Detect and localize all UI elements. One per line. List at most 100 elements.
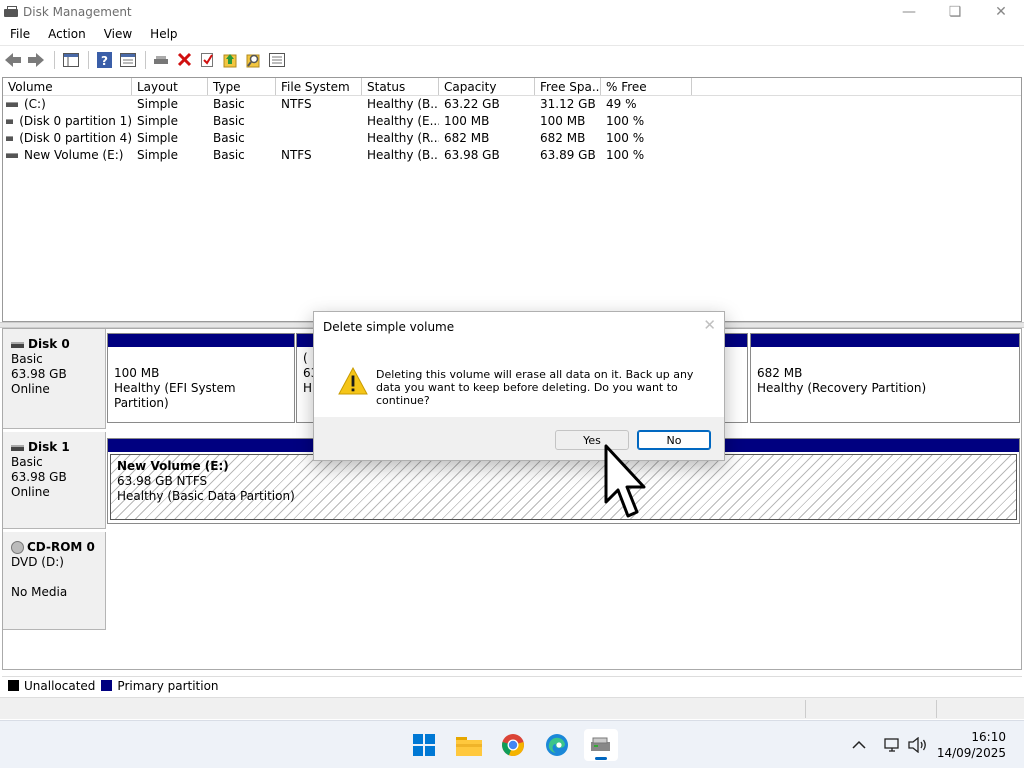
disk-name: CD-ROM 0 (27, 540, 95, 554)
cell-type: Basic (213, 148, 245, 162)
chrome-icon[interactable] (496, 729, 530, 761)
disk-icon (11, 341, 24, 348)
partition-bar (751, 334, 1019, 347)
primary-swatch (101, 680, 113, 691)
column-status[interactable]: Status (362, 78, 439, 95)
legend-unallocated: Unallocated (24, 678, 96, 693)
window-title: Disk Management (23, 4, 132, 19)
partition-status: Healthy (EFI System Partition) (114, 381, 236, 410)
cell-status: Healthy (R... (367, 131, 439, 145)
check-icon[interactable] (198, 50, 217, 69)
disk-management-taskbar-icon[interactable] (584, 729, 618, 761)
clock-time: 16:10 (971, 730, 1006, 744)
minimize-button[interactable]: — (886, 0, 932, 23)
partition-size: 63.98 GB NTFS (117, 474, 208, 488)
cell-capacity: 63.98 GB (444, 148, 500, 162)
settings-list-icon[interactable] (267, 50, 286, 69)
cell-layout: Simple (137, 131, 178, 145)
cdrom-0-label[interactable]: CD-ROM 0 DVD (D:) No Media (3, 532, 106, 630)
cell-file-system (276, 130, 362, 147)
cell-percent-free: 100 % (606, 131, 645, 145)
dialog-close-icon[interactable]: ✕ (703, 316, 716, 334)
column-volume[interactable]: Volume (3, 78, 132, 95)
warning-icon (338, 366, 368, 398)
menu-action[interactable]: Action (38, 27, 94, 41)
cell-volume: (Disk 0 partition 1) (19, 114, 132, 128)
network-icon[interactable] (884, 721, 902, 769)
column-percent-free[interactable]: % Free (601, 78, 692, 95)
table-row[interactable]: New Volume (E:) Simple Basic NTFS Health… (3, 147, 1021, 164)
table-row[interactable]: (C:) Simple Basic NTFS Healthy (B... 63.… (3, 96, 1021, 113)
cell-type: Basic (213, 97, 245, 111)
volume-list[interactable]: Volume Layout Type File System Status Ca… (2, 77, 1022, 322)
dialog-title: Delete simple volume (323, 320, 455, 334)
forward-icon[interactable] (27, 50, 46, 69)
volume-icon[interactable] (908, 721, 928, 769)
disk-name: Disk 0 (28, 337, 70, 351)
properties-icon[interactable] (118, 50, 137, 69)
mouse-cursor-icon (604, 444, 652, 523)
cell-free-space: 100 MB (540, 114, 586, 128)
partition-size: 682 MB (757, 366, 803, 380)
partition-status: Healthy (Basic Data Partition) (117, 489, 295, 503)
cell-status: Healthy (E... (367, 114, 439, 128)
maximize-button[interactable]: ❏ (932, 0, 978, 23)
volume-icon (6, 102, 18, 107)
help-icon[interactable]: ? (95, 50, 114, 69)
legend: Unallocated Primary partition (2, 676, 1022, 694)
file-explorer-icon[interactable] (452, 729, 486, 761)
cell-capacity: 63.22 GB (444, 97, 500, 111)
active-indicator (595, 757, 607, 760)
menu-bar: File Action View Help (0, 23, 1024, 45)
disk-type: Basic (11, 352, 43, 366)
clock-date: 14/09/2025 (936, 746, 1006, 760)
column-layout[interactable]: Layout (132, 78, 208, 95)
column-free-space[interactable]: Free Spa... (535, 78, 601, 95)
export-icon[interactable] (221, 50, 240, 69)
partition-recovery[interactable]: 682 MB Healthy (Recovery Partition) (750, 333, 1020, 423)
disk-1-label[interactable]: Disk 1 Basic 63.98 GB Online (3, 432, 106, 529)
table-row[interactable]: (Disk 0 partition 1) Simple Basic Health… (3, 113, 1021, 130)
volume-icon (6, 119, 14, 124)
cell-volume: (Disk 0 partition 4) (19, 131, 132, 145)
console-tree-icon[interactable] (61, 50, 80, 69)
unallocated-swatch (8, 680, 19, 691)
clock[interactable]: 16:10 14/09/2025 (937, 729, 1006, 761)
delete-icon[interactable] (175, 50, 194, 69)
cell-layout: Simple (137, 148, 178, 162)
menu-help[interactable]: Help (140, 27, 185, 41)
legend-primary: Primary partition (117, 678, 219, 693)
cell-type: Basic (213, 131, 245, 145)
cell-layout: Simple (137, 97, 178, 111)
column-capacity[interactable]: Capacity (439, 78, 535, 95)
column-type[interactable]: Type (208, 78, 276, 95)
edge-icon[interactable] (540, 729, 574, 761)
cell-type: Basic (213, 114, 245, 128)
disk-size: 63.98 GB (11, 470, 67, 484)
partition-size: 100 MB (114, 366, 160, 380)
cell-status: Healthy (B... (367, 97, 439, 111)
disk-size: 63.98 GB (11, 367, 67, 381)
volume-icon (6, 136, 14, 141)
cell-percent-free: 49 % (606, 97, 637, 111)
menu-file[interactable]: File (0, 27, 38, 41)
volume-icon (6, 153, 18, 158)
close-window-button[interactable]: ✕ (978, 0, 1024, 23)
back-icon[interactable] (4, 50, 23, 69)
partition-bar (108, 334, 294, 347)
menu-view[interactable]: View (94, 27, 140, 41)
disk-0-label[interactable]: Disk 0 Basic 63.98 GB Online (3, 329, 106, 429)
column-file-system[interactable]: File System (276, 78, 362, 95)
partition-efi[interactable]: 100 MB Healthy (EFI System Partition) (107, 333, 295, 423)
disk-state: No Media (11, 585, 68, 599)
disk-name: Disk 1 (28, 440, 70, 454)
start-icon[interactable] (407, 729, 441, 761)
search-icon[interactable] (244, 50, 263, 69)
table-row[interactable]: (Disk 0 partition 4) Simple Basic Health… (3, 130, 1021, 147)
cell-percent-free: 100 % (606, 148, 645, 162)
cell-free-space: 682 MB (540, 131, 586, 145)
cell-percent-free: 100 % (606, 114, 645, 128)
show-hidden-icons[interactable] (852, 721, 866, 769)
connect-drive-icon[interactable] (152, 50, 171, 69)
disk-icon (11, 444, 24, 451)
